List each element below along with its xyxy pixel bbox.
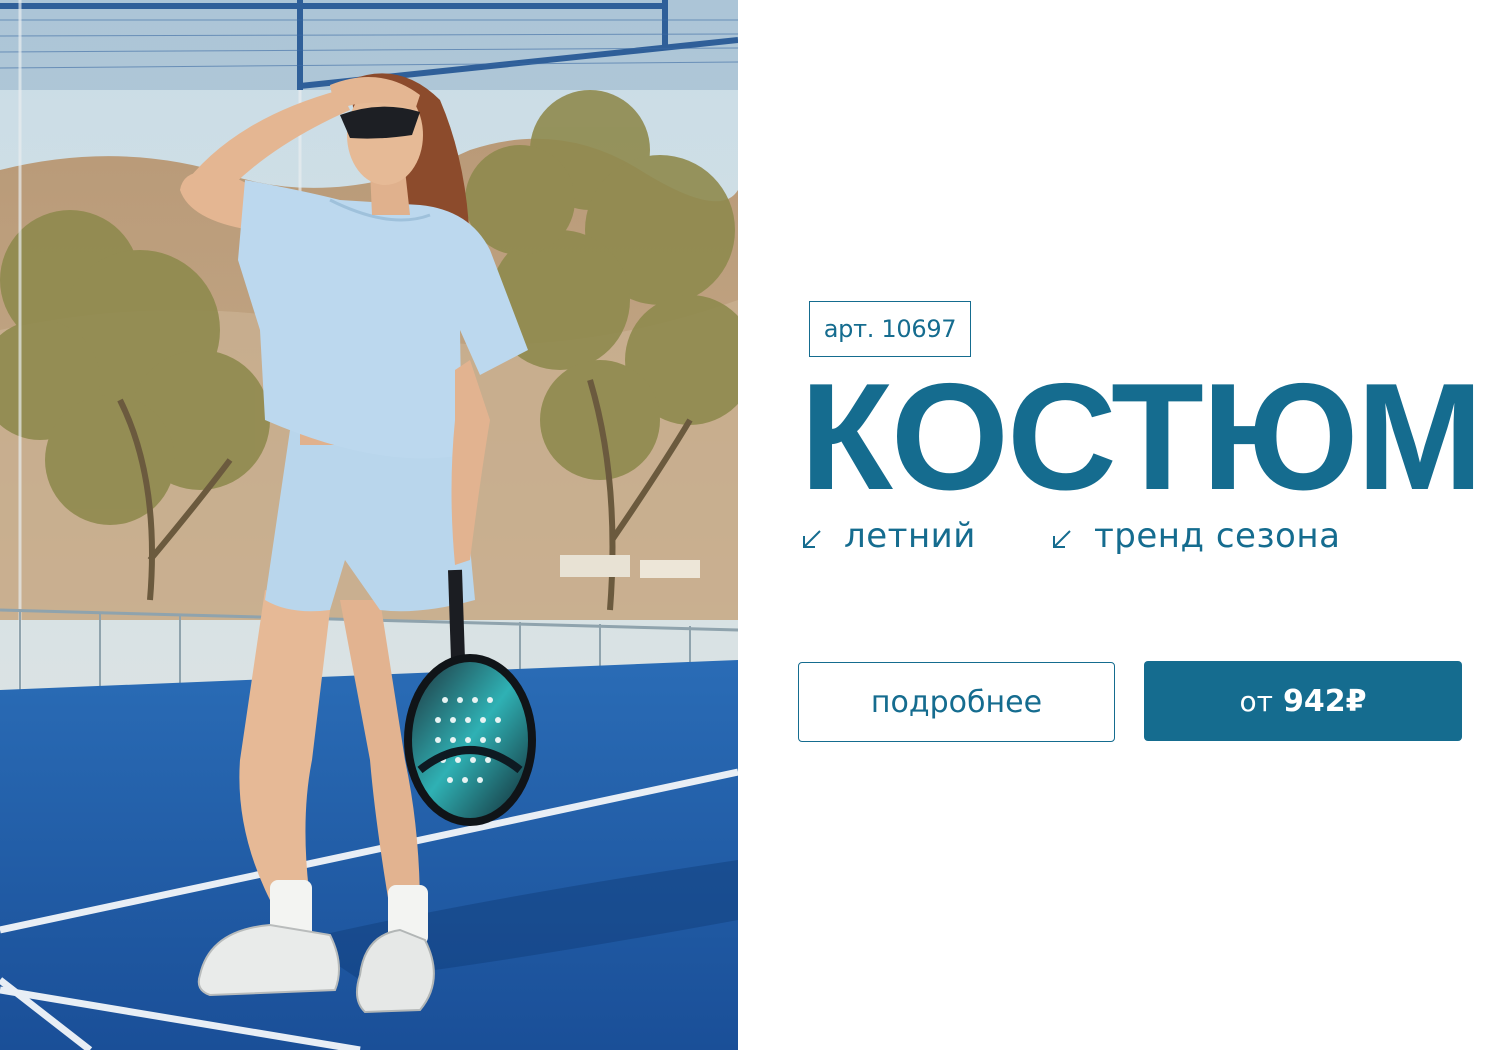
arrow-down-left-icon [800,527,824,551]
arrow-down-left-icon [1050,527,1074,551]
tag-season-trend: тренд сезона [1050,514,1340,558]
tag-label: тренд сезона [1094,516,1341,556]
price-value: 942₽ [1282,683,1367,719]
price-prefix: от [1239,684,1273,718]
details-button[interactable]: подробнее [798,662,1115,742]
product-photo [0,0,738,1050]
tag-summer: летний [800,514,976,558]
price-button[interactable]: от 942₽ [1144,661,1462,741]
tennis-court-scene [0,0,738,1050]
product-title: КОСТЮМ [800,352,1483,522]
sku-badge: арт. 10697 [809,301,971,357]
tag-label: летний [844,516,976,556]
